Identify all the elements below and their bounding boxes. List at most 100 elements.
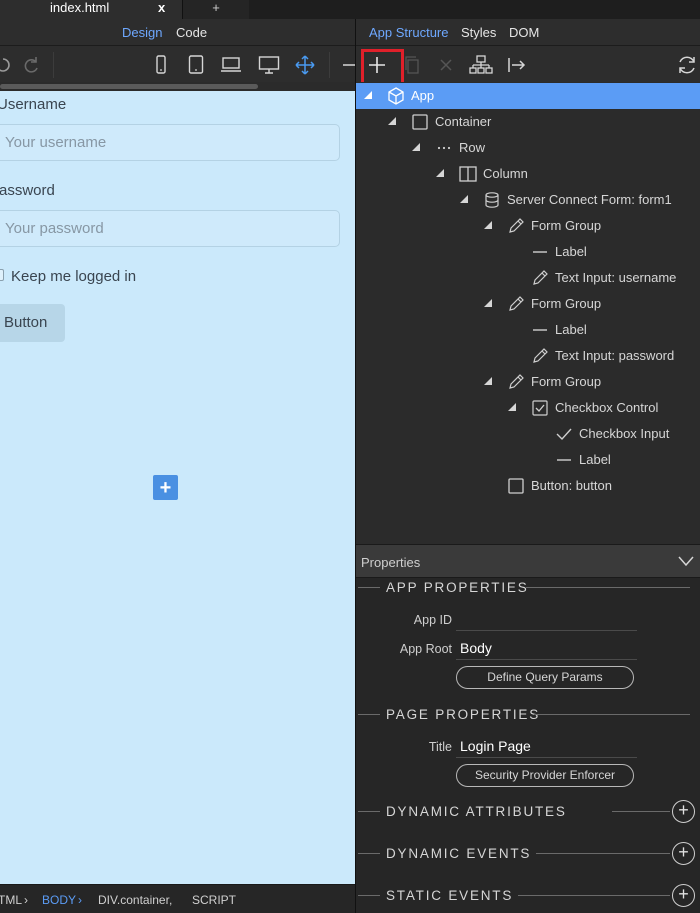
tree-node-text-input-username[interactable]: Text Input: username — [356, 265, 700, 291]
tree-node-text-input-password[interactable]: Text Input: password — [356, 343, 700, 369]
redo-icon[interactable] — [20, 54, 42, 76]
app-root-label: App Root — [399, 642, 452, 656]
section-rule — [358, 811, 380, 812]
delete-icon[interactable] — [434, 53, 458, 77]
collapse-triangle-icon[interactable] — [436, 169, 444, 177]
tree-node-app[interactable]: App — [356, 83, 700, 109]
password-input[interactable]: Your password — [0, 210, 340, 247]
right-panel-tabs: App Structure Styles DOM — [356, 19, 700, 46]
insert-after-icon[interactable] — [505, 53, 529, 77]
section-app-properties: APP PROPERTIES — [356, 578, 700, 598]
tree-node-column[interactable]: Column — [356, 161, 700, 187]
tree-node-server-connect-form[interactable]: Server Connect Form: form1 — [356, 187, 700, 213]
phone-icon[interactable] — [150, 54, 172, 76]
row-dots-icon — [437, 146, 451, 150]
crumb-html[interactable]: TML — [0, 893, 22, 907]
collapse-triangle-icon[interactable] — [484, 299, 492, 307]
title-field[interactable]: Login Page — [460, 738, 531, 754]
move-icon[interactable] — [294, 54, 316, 76]
checkbox-checked-icon — [532, 400, 548, 416]
label-dash-icon — [533, 251, 547, 253]
app-root-field[interactable]: Body — [460, 640, 492, 656]
tree-node-label: Checkbox Input — [579, 426, 670, 441]
collapse-triangle-icon[interactable] — [508, 403, 516, 411]
tab-design[interactable]: Design — [122, 25, 162, 40]
collapse-triangle-icon[interactable] — [412, 143, 420, 151]
collapse-triangle-icon[interactable] — [364, 91, 372, 99]
tab-dom[interactable]: DOM — [509, 25, 539, 40]
add-component-button[interactable]: + — [153, 475, 178, 500]
tree-node-label: Checkbox Control — [555, 400, 659, 415]
tree-node-checkbox-input[interactable]: Checkbox Input — [356, 421, 700, 447]
collapse-triangle-icon[interactable] — [460, 195, 468, 203]
tree-node-form-group[interactable]: Form Group — [356, 291, 700, 317]
crumb-script[interactable]: SCRIPT — [192, 893, 236, 907]
tree-node-checkbox-control[interactable]: Checkbox Control — [356, 395, 700, 421]
section-title: STATIC EVENTS — [386, 888, 514, 903]
tab-styles[interactable]: Styles — [461, 25, 496, 40]
canvas-submit-button[interactable]: Button — [0, 304, 65, 342]
hierarchy-icon[interactable] — [469, 53, 493, 77]
section-static-events[interactable]: STATIC EVENTS + — [356, 884, 700, 907]
tab-index-html[interactable]: index.html x — [0, 0, 183, 19]
collapse-triangle-icon[interactable] — [484, 377, 492, 385]
define-query-params-button[interactable]: Define Query Params — [456, 666, 634, 689]
section-dynamic-events[interactable]: DYNAMIC EVENTS + — [356, 842, 700, 865]
new-tab-button[interactable]: + — [183, 0, 249, 19]
chevron-down-icon[interactable] — [677, 554, 695, 568]
username-placeholder: Your username — [5, 134, 107, 151]
tree-node-label: Form Group — [531, 218, 602, 233]
tab-app-structure[interactable]: App Structure — [369, 25, 449, 40]
copy-icon[interactable] — [400, 53, 424, 77]
app-structure-tree: App Container Row Column Server Connect … — [356, 82, 700, 544]
collapse-triangle-icon[interactable] — [484, 221, 492, 229]
section-dynamic-attributes[interactable]: DYNAMIC ATTRIBUTES + — [356, 800, 700, 823]
pencil-icon — [509, 296, 524, 311]
desktop-icon[interactable] — [258, 54, 280, 76]
tree-node-label: Row — [459, 140, 486, 155]
tree-node-button[interactable]: Button: button — [356, 473, 700, 499]
tree-node-row[interactable]: Row — [356, 135, 700, 161]
tab-code[interactable]: Code — [176, 25, 207, 40]
collapse-triangle-icon[interactable] — [388, 117, 396, 125]
tree-node-form-group[interactable]: Form Group — [356, 369, 700, 395]
tree-node-label: Label — [579, 452, 611, 467]
add-static-event-icon[interactable]: + — [672, 884, 695, 907]
username-input[interactable]: Your username — [0, 124, 340, 161]
pencil-icon — [533, 270, 548, 285]
crumb-body[interactable]: BODY — [42, 893, 76, 907]
title-underline — [456, 757, 637, 758]
add-dynamic-event-icon[interactable]: + — [672, 842, 695, 865]
toolbar-separator — [53, 52, 54, 78]
remember-checkbox[interactable] — [0, 269, 4, 281]
tree-node-label: Server Connect Form: form1 — [507, 192, 672, 207]
tab-close-button[interactable]: x — [158, 0, 165, 15]
pencil-icon — [509, 374, 524, 389]
crumb-div-container[interactable]: DIV.container, — [98, 893, 172, 907]
tree-node-label-item[interactable]: Label — [356, 317, 700, 343]
section-rule — [534, 714, 690, 715]
scrollbar-thumb[interactable] — [0, 84, 258, 89]
properties-header[interactable]: Properties — [356, 544, 700, 578]
canvas-horizontal-scrollbar[interactable] — [0, 82, 355, 91]
tree-node-form-group[interactable]: Form Group — [356, 213, 700, 239]
section-title: APP PROPERTIES — [386, 580, 529, 595]
security-provider-enforcer-button[interactable]: Security Provider Enforcer — [456, 764, 634, 787]
laptop-icon[interactable] — [220, 54, 242, 76]
undo-icon[interactable] — [0, 54, 14, 76]
structure-toolbar — [356, 46, 700, 86]
tree-node-label-item[interactable]: Label — [356, 239, 700, 265]
design-canvas[interactable]: Username Your username assword Your pass… — [0, 91, 355, 884]
add-dynamic-attribute-icon[interactable]: + — [672, 800, 695, 823]
add-element-button[interactable] — [361, 49, 404, 86]
tree-node-label-item[interactable]: Label — [356, 447, 700, 473]
tree-node-container[interactable]: Container — [356, 109, 700, 135]
refresh-icon[interactable] — [675, 53, 699, 77]
section-rule — [536, 853, 670, 854]
button-square-icon — [508, 478, 524, 494]
section-rule — [358, 587, 380, 588]
section-rule — [526, 587, 690, 588]
column-icon — [459, 166, 477, 182]
crumb-separator: › — [78, 893, 82, 907]
tablet-icon[interactable] — [185, 54, 207, 76]
